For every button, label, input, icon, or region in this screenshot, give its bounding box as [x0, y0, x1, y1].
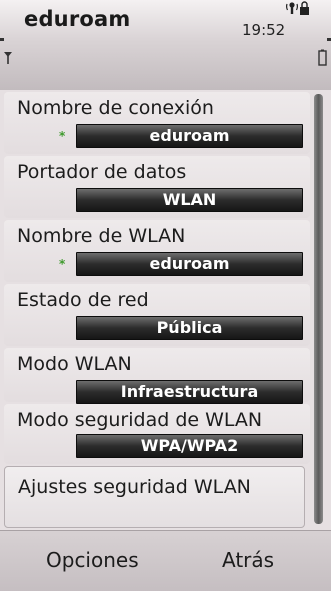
setting-data-bearer[interactable]: Portador de datos WLAN [4, 156, 310, 218]
settings-list: Nombre de conexión * eduroam Portador de… [0, 90, 331, 530]
setting-label: Modo seguridad de WLAN [17, 409, 263, 431]
setting-wlan-security-mode[interactable]: Modo seguridad de WLAN WPA/WPA2 [4, 404, 310, 464]
phone-screen: eduroam 19:52 Nombre de conexión * eduro… [0, 0, 331, 591]
battery-icon [318, 49, 327, 66]
setting-connection-name[interactable]: Nombre de conexión * eduroam [4, 92, 310, 154]
wlan-connection-icon [286, 1, 309, 15]
setting-label: Nombre de conexión [17, 97, 214, 119]
setting-wlan-name[interactable]: Nombre de WLAN * eduroam [4, 220, 310, 282]
setting-value-field[interactable]: WLAN [76, 188, 303, 212]
setting-value-field[interactable]: eduroam [76, 124, 303, 148]
setting-wlan-security-settings[interactable]: Ajustes seguridad WLAN [4, 466, 305, 528]
setting-network-status[interactable]: Estado de red Pública [4, 284, 310, 346]
scrollbar[interactable] [314, 94, 323, 524]
options-softkey[interactable]: Opciones [46, 548, 139, 572]
edge-marker [327, 38, 331, 41]
setting-value-field[interactable]: Pública [76, 316, 303, 340]
setting-label: Estado de red [17, 289, 149, 311]
softkey-bar: Opciones Atrás [0, 530, 331, 591]
signal-strength-icon [4, 52, 12, 64]
clock: 19:52 [242, 21, 286, 39]
setting-label: Nombre de WLAN [17, 225, 186, 247]
setting-value-field[interactable]: eduroam [76, 252, 303, 276]
setting-label: Portador de datos [17, 161, 187, 183]
back-softkey[interactable]: Atrás [222, 548, 274, 572]
setting-value-field[interactable]: Infraestructura [76, 380, 303, 404]
required-marker: * [59, 129, 66, 143]
scrollbar-thumb[interactable] [314, 94, 323, 524]
setting-value-field[interactable]: WPA/WPA2 [76, 434, 303, 458]
setting-wlan-mode[interactable]: Modo WLAN Infraestructura [4, 348, 310, 404]
setting-label: Modo WLAN [17, 353, 132, 375]
status-bar: eduroam 19:52 [0, 0, 331, 90]
setting-label: Ajustes seguridad WLAN [18, 476, 251, 498]
app-title: eduroam [24, 7, 131, 31]
edge-marker [0, 38, 4, 41]
required-marker: * [59, 257, 66, 271]
